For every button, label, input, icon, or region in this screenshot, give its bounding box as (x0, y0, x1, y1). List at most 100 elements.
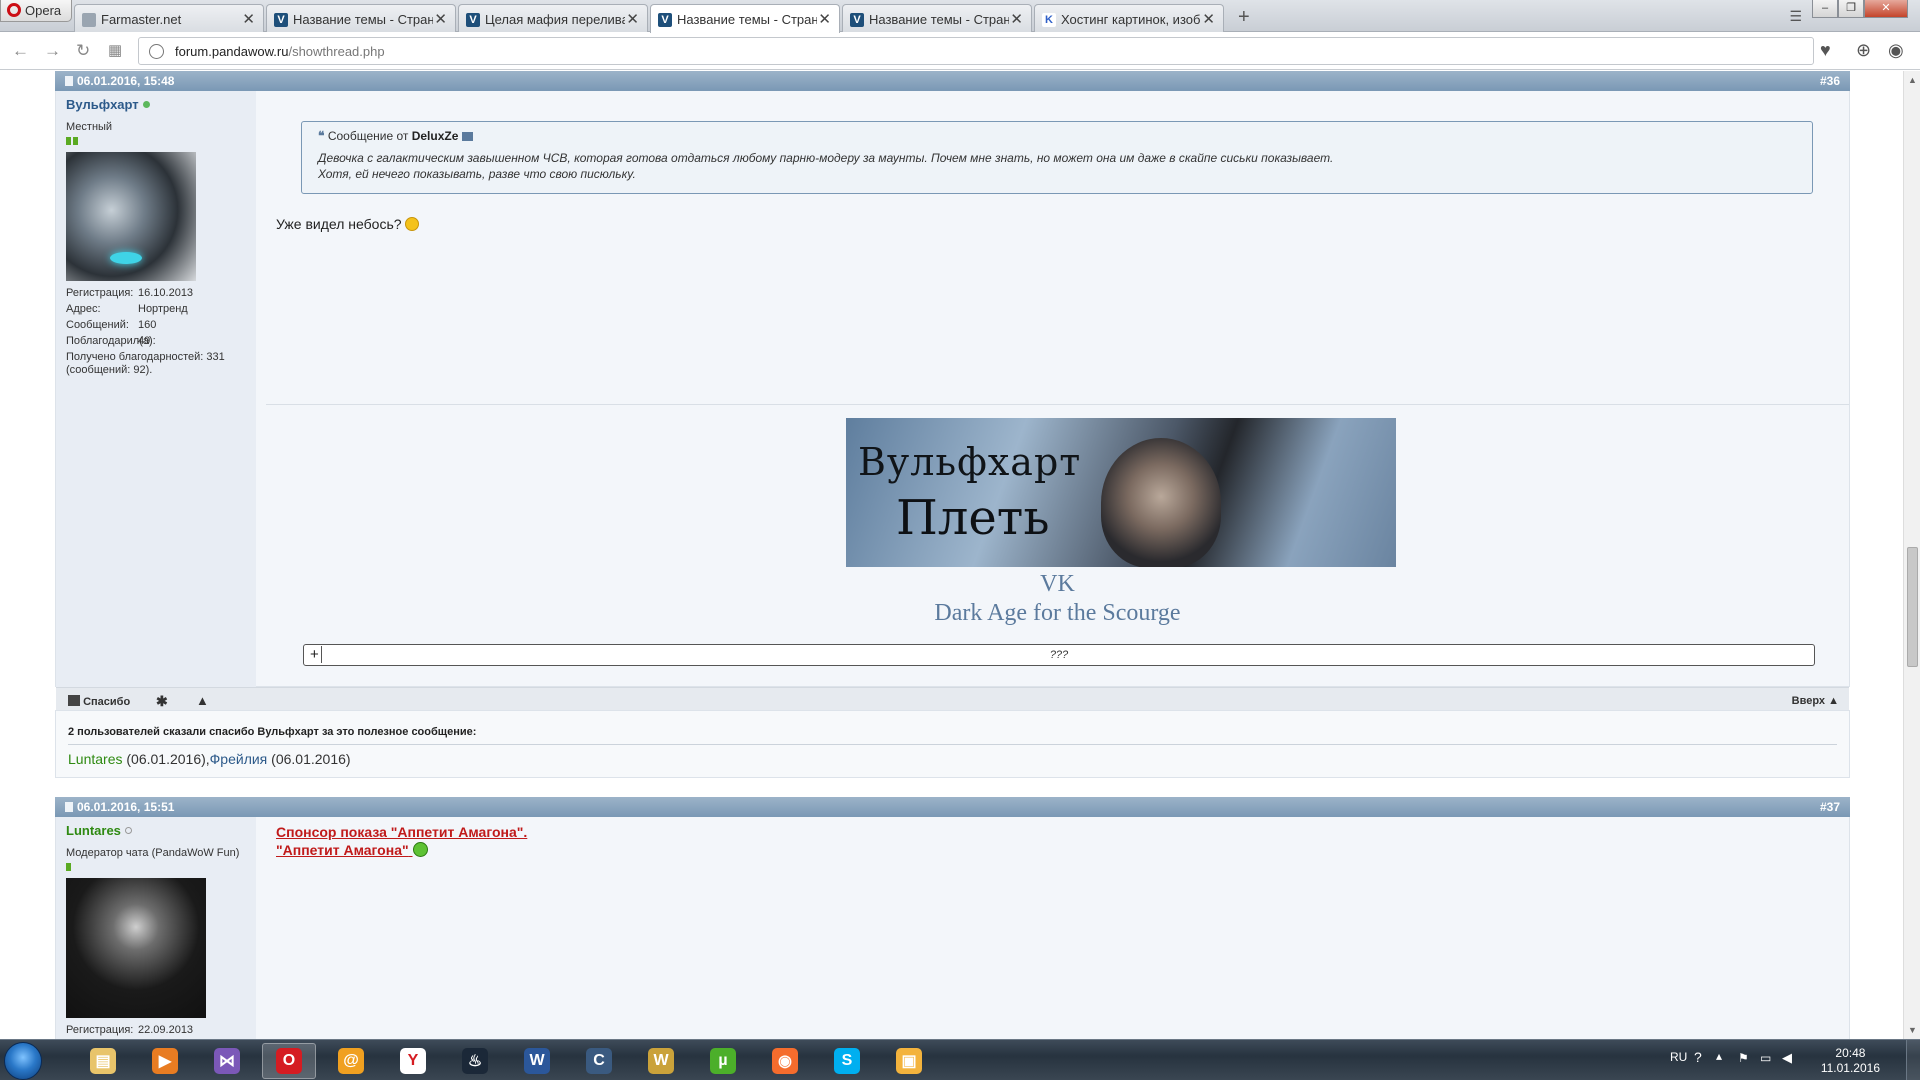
scroll-down-icon[interactable]: ▼ (1908, 1025, 1917, 1035)
taskbar-media-player-icon[interactable]: ▶ (138, 1043, 192, 1079)
user-stats: Регистрация: 16.10.2013 Адрес: Нортренд Со… (66, 285, 256, 377)
opera-menu-button[interactable]: Opera (0, 0, 72, 22)
help-icon[interactable]: ? (1694, 1049, 1702, 1080)
url-domain: forum.pandawow.ru (175, 44, 289, 59)
network-icon[interactable]: ▭ (1760, 1051, 1771, 1080)
tab-topic-active[interactable]: V Название темы - Страниц ✕ (650, 4, 840, 33)
back-icon[interactable]: ← (12, 41, 29, 61)
download-icon[interactable]: ⊕ (1856, 40, 1871, 61)
taskbar-opera-icon[interactable]: O (262, 1043, 316, 1079)
taskbar-folder-icon[interactable]: ▣ (882, 1043, 936, 1079)
opera-menu-label: Opera (25, 3, 62, 18)
close-tab-icon[interactable]: ✕ (626, 10, 639, 28)
taskbar-explorer-icon[interactable]: ▤ (76, 1043, 130, 1079)
avatar-eye (110, 252, 142, 264)
thanks-user-link[interactable]: Luntares (68, 751, 122, 767)
quote-prefix: Сообщение от (327, 129, 409, 143)
taskbar-origin-icon[interactable]: ◉ (758, 1043, 812, 1079)
screen: Opera Farmaster.net ✕ V Название темы - … (0, 0, 1920, 1080)
taskbar-warcraft-icon[interactable]: W (634, 1043, 688, 1079)
tab-farmaster[interactable]: Farmaster.net ✕ (74, 4, 264, 32)
close-tab-icon[interactable]: ✕ (242, 10, 255, 28)
spoiler-button[interactable]: +??? (303, 644, 1815, 666)
taskbar-word-icon[interactable]: W (510, 1043, 564, 1079)
close-tab-icon[interactable]: ✕ (1010, 10, 1023, 28)
heart-icon[interactable]: ♥ (1820, 40, 1831, 61)
minimize-icon[interactable]: – (1812, 0, 1838, 18)
message-body: Уже видел небось? (276, 216, 402, 232)
dark-age-link[interactable]: Dark Age for the Scourge (266, 600, 1849, 627)
post-content: ❝ Сообщение от DeluxZe Девочка с галакти… (266, 91, 1849, 687)
quote-author: DeluxZe (411, 129, 459, 143)
tab-image-hosting[interactable]: K Хостинг картинок, изобр ✕ (1034, 4, 1224, 32)
curse-glyph: C (586, 1048, 612, 1074)
sponsor-text[interactable]: Спонсор показа "Аппетит Амагона". "Аппет… (276, 823, 527, 859)
opera-logo-icon (7, 3, 21, 17)
taskbar-steam-icon[interactable]: ♨ (448, 1043, 502, 1079)
tab-menu-icon[interactable]: ☰ (1789, 8, 1802, 25)
reload-icon[interactable]: ↻ (76, 41, 90, 61)
quote-block: ❝ Сообщение от DeluxZe Девочка с галакти… (301, 121, 1813, 194)
taskbar-curse-icon[interactable]: C (572, 1043, 626, 1079)
yandex-glyph: Y (400, 1048, 426, 1074)
post-number[interactable]: #36 (1820, 74, 1840, 88)
taskbar-mail-icon[interactable]: @ (324, 1043, 378, 1079)
close-tab-icon[interactable]: ✕ (434, 10, 447, 28)
thanks-label: Спасибо (83, 696, 131, 708)
username[interactable]: Вульфхарт (66, 97, 256, 112)
taskbar-skype-icon[interactable]: S (820, 1043, 874, 1079)
forward-icon[interactable]: → (44, 41, 61, 61)
avatar[interactable] (66, 152, 196, 281)
report-icon[interactable]: ▲ (196, 693, 209, 708)
stat-value: 22.09.2013 (138, 1024, 194, 1036)
url-input[interactable]: forum.pandawow.ru/showthread.php (138, 37, 1814, 65)
tab-topic-1[interactable]: V Название темы - Страниц ✕ (266, 4, 456, 32)
username-text: Вульфхарт (66, 97, 139, 112)
close-tab-icon[interactable]: ✕ (1202, 10, 1215, 28)
user-stats: Регистрация: 22.09.2013 (66, 1022, 256, 1038)
avatar[interactable] (66, 878, 206, 1018)
scroll-up-icon[interactable]: ▲ (1908, 75, 1917, 85)
vk-link[interactable]: VK (266, 571, 1849, 598)
browser-tab-bar: Opera Farmaster.net ✕ V Название темы - … (0, 0, 1920, 33)
post-number[interactable]: #37 (1820, 800, 1840, 814)
tab-topic-2[interactable]: V Название темы - Страниц ✕ (842, 4, 1032, 32)
language-indicator[interactable]: RU (1670, 1050, 1687, 1080)
scrollbar-thumb[interactable] (1907, 547, 1918, 667)
user-sidebar: Вульфхарт Местный Регистрация: 16.10.2013… (56, 91, 256, 687)
show-desktop-button[interactable] (1906, 1040, 1920, 1080)
new-tab-icon[interactable]: + (1238, 6, 1250, 29)
speed-dial-icon[interactable]: ▦ (108, 41, 122, 59)
close-tab-icon[interactable]: ✕ (818, 10, 831, 28)
quote-line: Девочка с галактическим завышенном ЧСВ, … (318, 151, 1334, 165)
user-title: Местный (66, 121, 113, 133)
steam-glyph: ♨ (462, 1048, 488, 1074)
explorer-glyph: ▤ (90, 1048, 116, 1074)
maximize-icon[interactable]: ❐ (1838, 0, 1864, 18)
tab-mafia[interactable]: V Целая мафия перелива р ✕ (458, 4, 648, 32)
scroll-top-link[interactable]: Вверх ▲ (1792, 695, 1839, 707)
taskbar-utorrent-icon[interactable]: µ (696, 1043, 750, 1079)
taskbar-visual-studio-icon[interactable]: ⋈ (200, 1043, 254, 1079)
start-button[interactable] (4, 1042, 42, 1080)
word-glyph: W (524, 1048, 550, 1074)
rate-icon[interactable]: ✱ (156, 693, 168, 710)
username[interactable]: Luntares (66, 823, 256, 838)
online-status-icon (142, 101, 150, 108)
divider (68, 744, 1837, 745)
thanks-user-link[interactable]: Фрейлия (210, 751, 268, 767)
quote-line: Хотя, ей нечего показывать, разве что св… (318, 167, 636, 181)
taskbar-yandex-icon[interactable]: Y (386, 1043, 440, 1079)
page-viewport: 06.01.2016, 15:48 #36 Вульфхарт Местный … (0, 71, 1903, 1039)
page-scrollbar[interactable]: ▲ ▼ (1903, 71, 1920, 1039)
tray-expand-icon[interactable]: ▴ (1716, 1049, 1722, 1080)
thanks-list: Luntares (06.01.2016),Фрейлия (06.01.201… (68, 751, 351, 767)
thanks-button[interactable]: Спасибо (68, 695, 130, 708)
clock[interactable]: 20:48 11.01.2016 (1821, 1046, 1880, 1076)
action-center-icon[interactable]: ⚑ (1738, 1051, 1749, 1080)
account-icon[interactable]: ◉ (1888, 40, 1904, 61)
stat-label: Регистрация: (66, 287, 134, 299)
volume-icon[interactable]: ◀ (1782, 1050, 1792, 1080)
view-post-icon[interactable] (461, 132, 473, 141)
close-window-icon[interactable]: ✕ (1864, 0, 1908, 18)
